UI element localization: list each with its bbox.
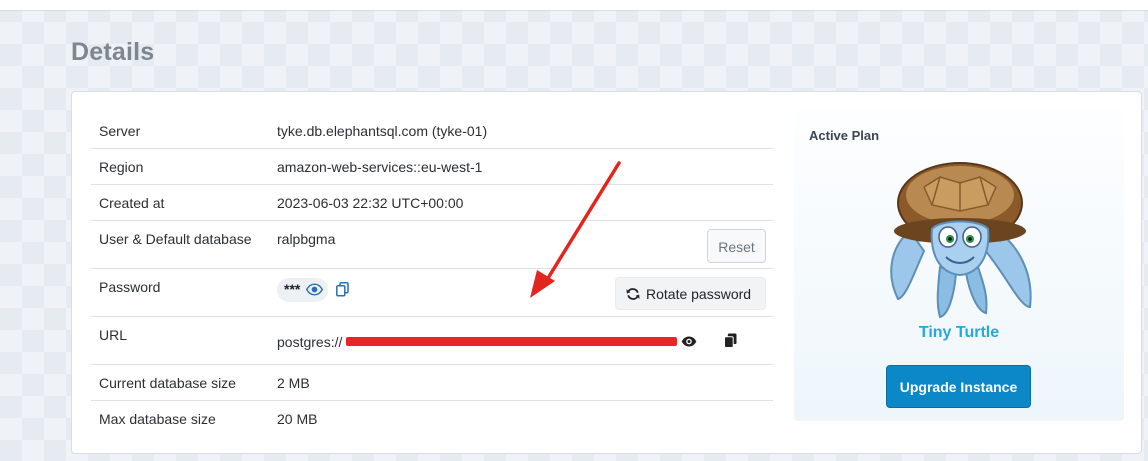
active-plan-heading: Active Plan (809, 128, 880, 143)
table-row-current-size: Current database size 2 MB (91, 365, 773, 401)
max-size-value: 20 MB (277, 411, 318, 427)
max-size-label: Max database size (99, 411, 216, 427)
server-label: Server (99, 123, 141, 139)
page-title: Details (71, 38, 155, 66)
table-row-server: Server tyke.db.elephantsql.com (tyke-01) (91, 113, 773, 149)
details-panel: Server tyke.db.elephantsql.com (tyke-01)… (71, 91, 1142, 454)
user-default-db-label: User & Default database (99, 231, 252, 247)
eye-icon[interactable] (681, 336, 697, 347)
copy-icon[interactable] (336, 282, 349, 297)
region-value: amazon-web-services::eu-west-1 (277, 159, 483, 175)
top-header-strip (0, 0, 1148, 11)
table-row-password: Password *** Rotate password (91, 269, 773, 317)
password-masked-value: *** (284, 281, 301, 297)
url-label: URL (99, 327, 128, 343)
table-row-created-at: Created at 2023-06-03 22:32 UTC+00:00 (91, 185, 773, 221)
plan-name: Tiny Turtle (918, 324, 1000, 341)
server-value: tyke.db.elephantsql.com (tyke-01) (277, 123, 488, 139)
eye-icon[interactable] (306, 283, 323, 296)
rotate-password-label: Rotate password (646, 286, 752, 302)
active-plan-card: Active Plan Tiny Turtle Upgrade Instance (794, 109, 1124, 421)
turtle-mascot-icon (890, 162, 1032, 319)
created-at-label: Created at (99, 195, 165, 211)
table-row-user: User & Default database ralpbgma Reset (91, 221, 773, 269)
password-label: Password (99, 279, 161, 295)
reset-button[interactable]: Reset (707, 229, 766, 263)
details-table: Server tyke.db.elephantsql.com (tyke-01)… (91, 113, 773, 437)
refresh-icon (626, 288, 640, 300)
rotate-password-button[interactable]: Rotate password (615, 277, 766, 310)
user-default-db-value: ralpbgma (277, 231, 336, 247)
table-row-region: Region amazon-web-services::eu-west-1 (91, 149, 773, 185)
password-field: *** (277, 278, 328, 302)
table-row-url: URL postgres:// (91, 317, 773, 365)
table-row-max-size: Max database size 20 MB (91, 401, 773, 437)
url-redaction-mark (346, 337, 677, 346)
upgrade-instance-button[interactable]: Upgrade Instance (886, 365, 1031, 408)
created-at-value: 2023-06-03 22:32 UTC+00:00 (277, 195, 464, 211)
clipboard-icon[interactable] (724, 333, 737, 348)
current-size-label: Current database size (99, 375, 236, 391)
current-size-value: 2 MB (277, 375, 310, 391)
url-value: postgres:// (277, 334, 343, 350)
region-label: Region (99, 159, 144, 175)
